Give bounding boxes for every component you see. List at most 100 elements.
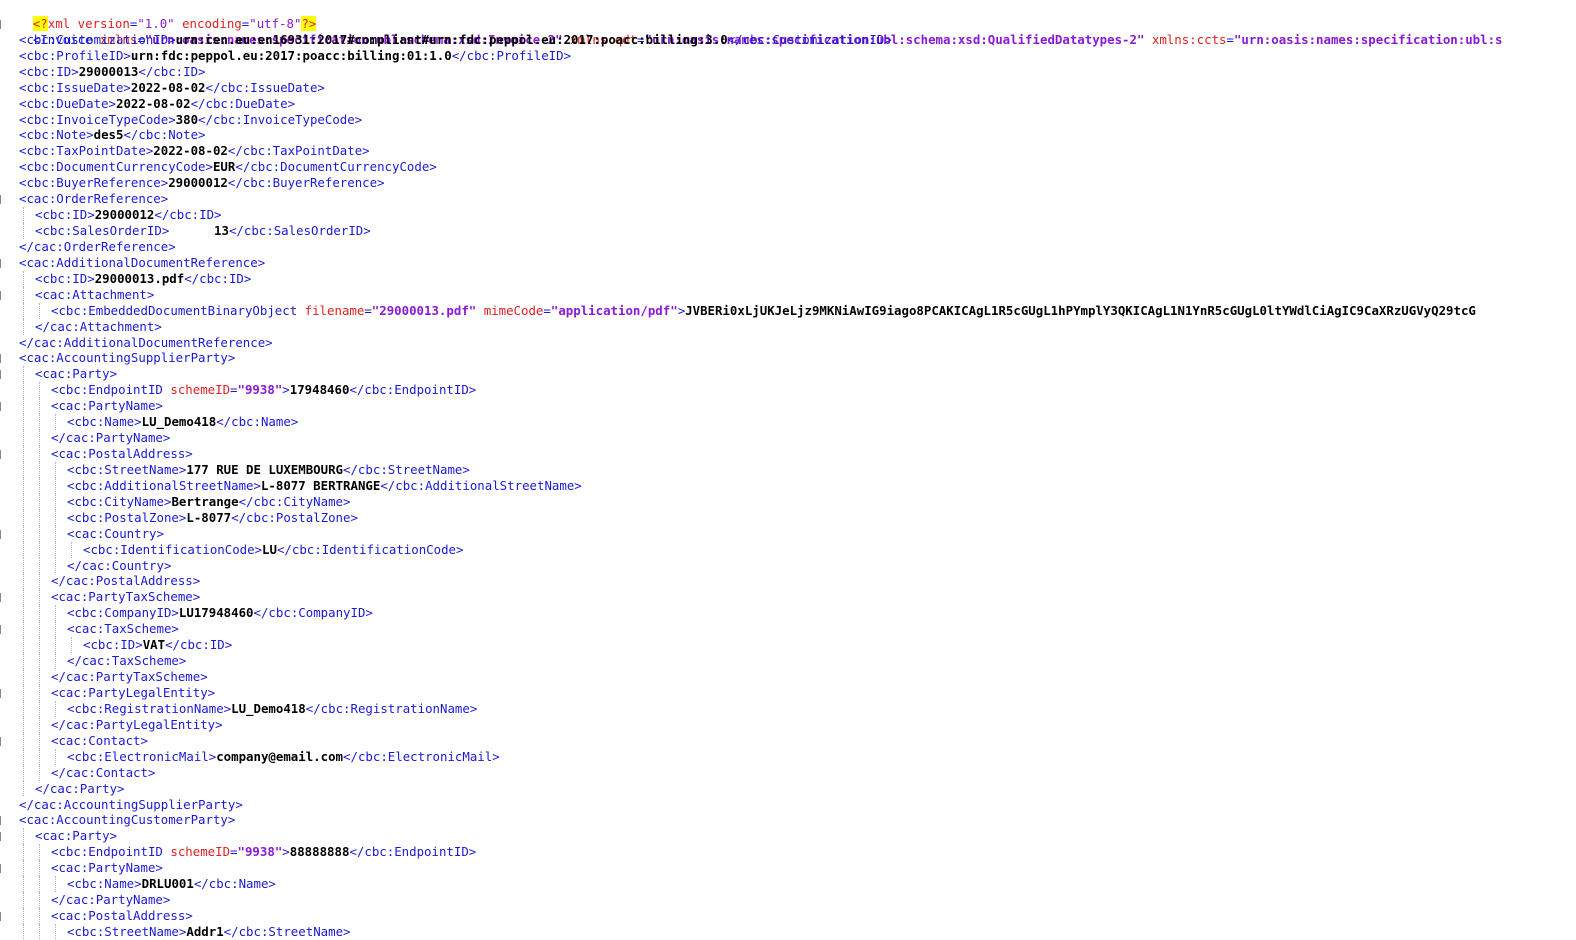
- fold-marker-icon[interactable]: [0, 450, 3, 460]
- tag-markup: <cac:PartyName>: [51, 398, 163, 414]
- tag-markup: >: [282, 382, 290, 398]
- code-line: <cac:AccountingCustomerParty>: [19, 812, 235, 828]
- tag-markup: </cbc:EndpointID>: [349, 844, 477, 860]
- indent-guide: [55, 509, 56, 526]
- indent-guide: [23, 461, 24, 478]
- indent-guide: [55, 541, 56, 558]
- element-value: urn:fdc:peppol.eu:2017:poacc:billing:01:…: [130, 47, 452, 63]
- code-line: <cbc:CityName>Bertrange</cbc:CityName>: [67, 494, 350, 510]
- fold-marker-icon[interactable]: [0, 370, 3, 380]
- fold-marker-icon[interactable]: [0, 258, 3, 268]
- indent-guide: [39, 430, 40, 447]
- tag-markup: </cbc:ElectronicMail>: [343, 748, 500, 764]
- indent-guide: [39, 477, 40, 494]
- fold-marker-icon[interactable]: [0, 290, 3, 300]
- fold-marker-icon[interactable]: [0, 529, 3, 539]
- fold-marker-icon[interactable]: [0, 832, 3, 842]
- code-line: </cac:PostalAddress>: [51, 573, 200, 589]
- code-line: </cac:AdditionalDocumentReference>: [19, 335, 273, 351]
- indent-guide: [55, 557, 56, 574]
- code-line: <cbc:DueDate>2022-08-02</cbc:DueDate>: [19, 96, 295, 112]
- fold-marker-icon[interactable]: [0, 816, 3, 826]
- tag-markup: <cac:Party>: [35, 828, 118, 844]
- code-line: <cbc:IssueDate>2022-08-02</cbc:IssueDate…: [19, 80, 325, 96]
- code-line: <cac:Party>: [35, 366, 117, 382]
- tag-markup: </cac:PartyLegalEntity>: [51, 716, 223, 732]
- tag-markup: </cac:Attachment>: [35, 318, 162, 334]
- tag-markup: </cbc:StreetName>: [223, 923, 351, 939]
- indent-guide: [23, 430, 24, 447]
- tag-markup: </cbc:ID>: [165, 637, 233, 653]
- tag-markup: <cbc:StreetName>: [67, 923, 187, 939]
- code-line: <cbc:CustomizationID>urn:cen.eu:en16931:…: [19, 32, 892, 48]
- indent-guide: [39, 684, 40, 701]
- indent-guide: [55, 621, 56, 638]
- indent-guide: [39, 908, 40, 924]
- element-value: LU_Demo418: [231, 700, 306, 716]
- tag-markup: </cac:PartyName>: [51, 892, 171, 908]
- code-line: <cac:Attachment>: [35, 287, 154, 303]
- code-line: <cbc:ID>VAT</cbc:ID>: [83, 637, 232, 653]
- indent-guide: [23, 828, 24, 845]
- code-line: </cac:OrderReference>: [19, 239, 176, 255]
- tag-markup: </cbc:ID>: [138, 63, 206, 79]
- tag-markup: <cac:PostalAddress>: [51, 446, 193, 462]
- code-line: <cbc:Note>des5</cbc:Note>: [19, 127, 206, 143]
- tag-markup: <cbc:Name>: [67, 876, 142, 892]
- element-value: L-8077 BERTRANGE: [260, 477, 381, 493]
- indent-guide: [39, 732, 40, 749]
- element-value: LU17948460: [178, 605, 254, 621]
- tag-markup: <cac:PostalAddress>: [51, 908, 193, 923]
- indent-guide: [23, 477, 24, 494]
- fold-marker-icon[interactable]: [0, 593, 3, 603]
- code-line: <cac:PostalAddress>: [51, 446, 193, 462]
- element-value: 2022-08-02: [153, 143, 228, 159]
- tag-markup: </cbc:EndpointID>: [349, 382, 477, 398]
- code-line: <cac:AccountingSupplierParty>: [19, 350, 235, 366]
- element-value: 29000013.pdf: [94, 270, 185, 286]
- fold-marker-icon[interactable]: [0, 402, 3, 412]
- indent-guide: [23, 398, 24, 415]
- tag-markup: </cac:PartyName>: [51, 430, 171, 446]
- fold-marker-icon[interactable]: [0, 688, 3, 698]
- fold-marker-icon[interactable]: [0, 864, 3, 874]
- tag-markup: >: [282, 844, 290, 860]
- fold-marker-icon[interactable]: [0, 736, 3, 746]
- element-value: 2022-08-02: [130, 79, 206, 95]
- tag-markup: <cbc:CityName>: [67, 493, 172, 509]
- tag-markup: <cbc:StreetName>: [67, 461, 187, 477]
- fold-marker-icon[interactable]: [0, 195, 3, 205]
- indent-guide: [23, 780, 24, 797]
- xml-editor[interactable]: <?xml version="1.0" encoding="utf-8"?> <…: [0, 0, 1576, 940]
- tag-markup: <cac:TaxScheme>: [67, 621, 179, 637]
- indent-guide: [23, 844, 24, 861]
- indent-guide: [23, 318, 24, 335]
- indent-guide: [39, 589, 40, 606]
- indent-guide: [39, 461, 40, 478]
- code-line: <cbc:ID>29000012</cbc:ID>: [35, 207, 222, 223]
- fold-marker-icon[interactable]: [0, 625, 3, 635]
- fold-marker-icon[interactable]: [0, 912, 3, 921]
- root-attr-ccts: xmlns:ccts: [1151, 31, 1227, 47]
- indent-guide: [39, 414, 40, 431]
- code-line: <cac:PostalAddress>: [51, 908, 193, 924]
- indent-guide: [23, 908, 24, 924]
- code-line: <cbc:ProfileID>urn:fdc:peppol.eu:2017:po…: [19, 48, 571, 64]
- fold-marker-icon[interactable]: [0, 354, 3, 364]
- tag-markup: </cbc:Name>: [193, 876, 276, 892]
- tag-markup: </cbc:IdentificationCode>: [276, 541, 464, 557]
- tag-markup: <cbc:DocumentCurrencyCode>: [19, 159, 213, 175]
- fold-marker-icon[interactable]: [0, 19, 3, 29]
- indent-guide: [23, 764, 24, 781]
- indent-guide: [39, 923, 40, 940]
- indent-guide: [39, 892, 40, 908]
- tag-markup: </cbc:BuyerReference>: [227, 175, 385, 191]
- tag-markup: =: [364, 302, 372, 318]
- indent-guide: [23, 223, 24, 239]
- tag-markup: <cbc:InvoiceTypeCode>: [19, 111, 176, 127]
- element-value: 29000013: [78, 63, 139, 79]
- element-value: 29000012: [168, 175, 228, 191]
- code-line: <cbc:PostalZone>L-8077</cbc:PostalZone>: [67, 510, 358, 526]
- element-value: DRLU001: [141, 876, 194, 892]
- indent-guide: [23, 414, 24, 431]
